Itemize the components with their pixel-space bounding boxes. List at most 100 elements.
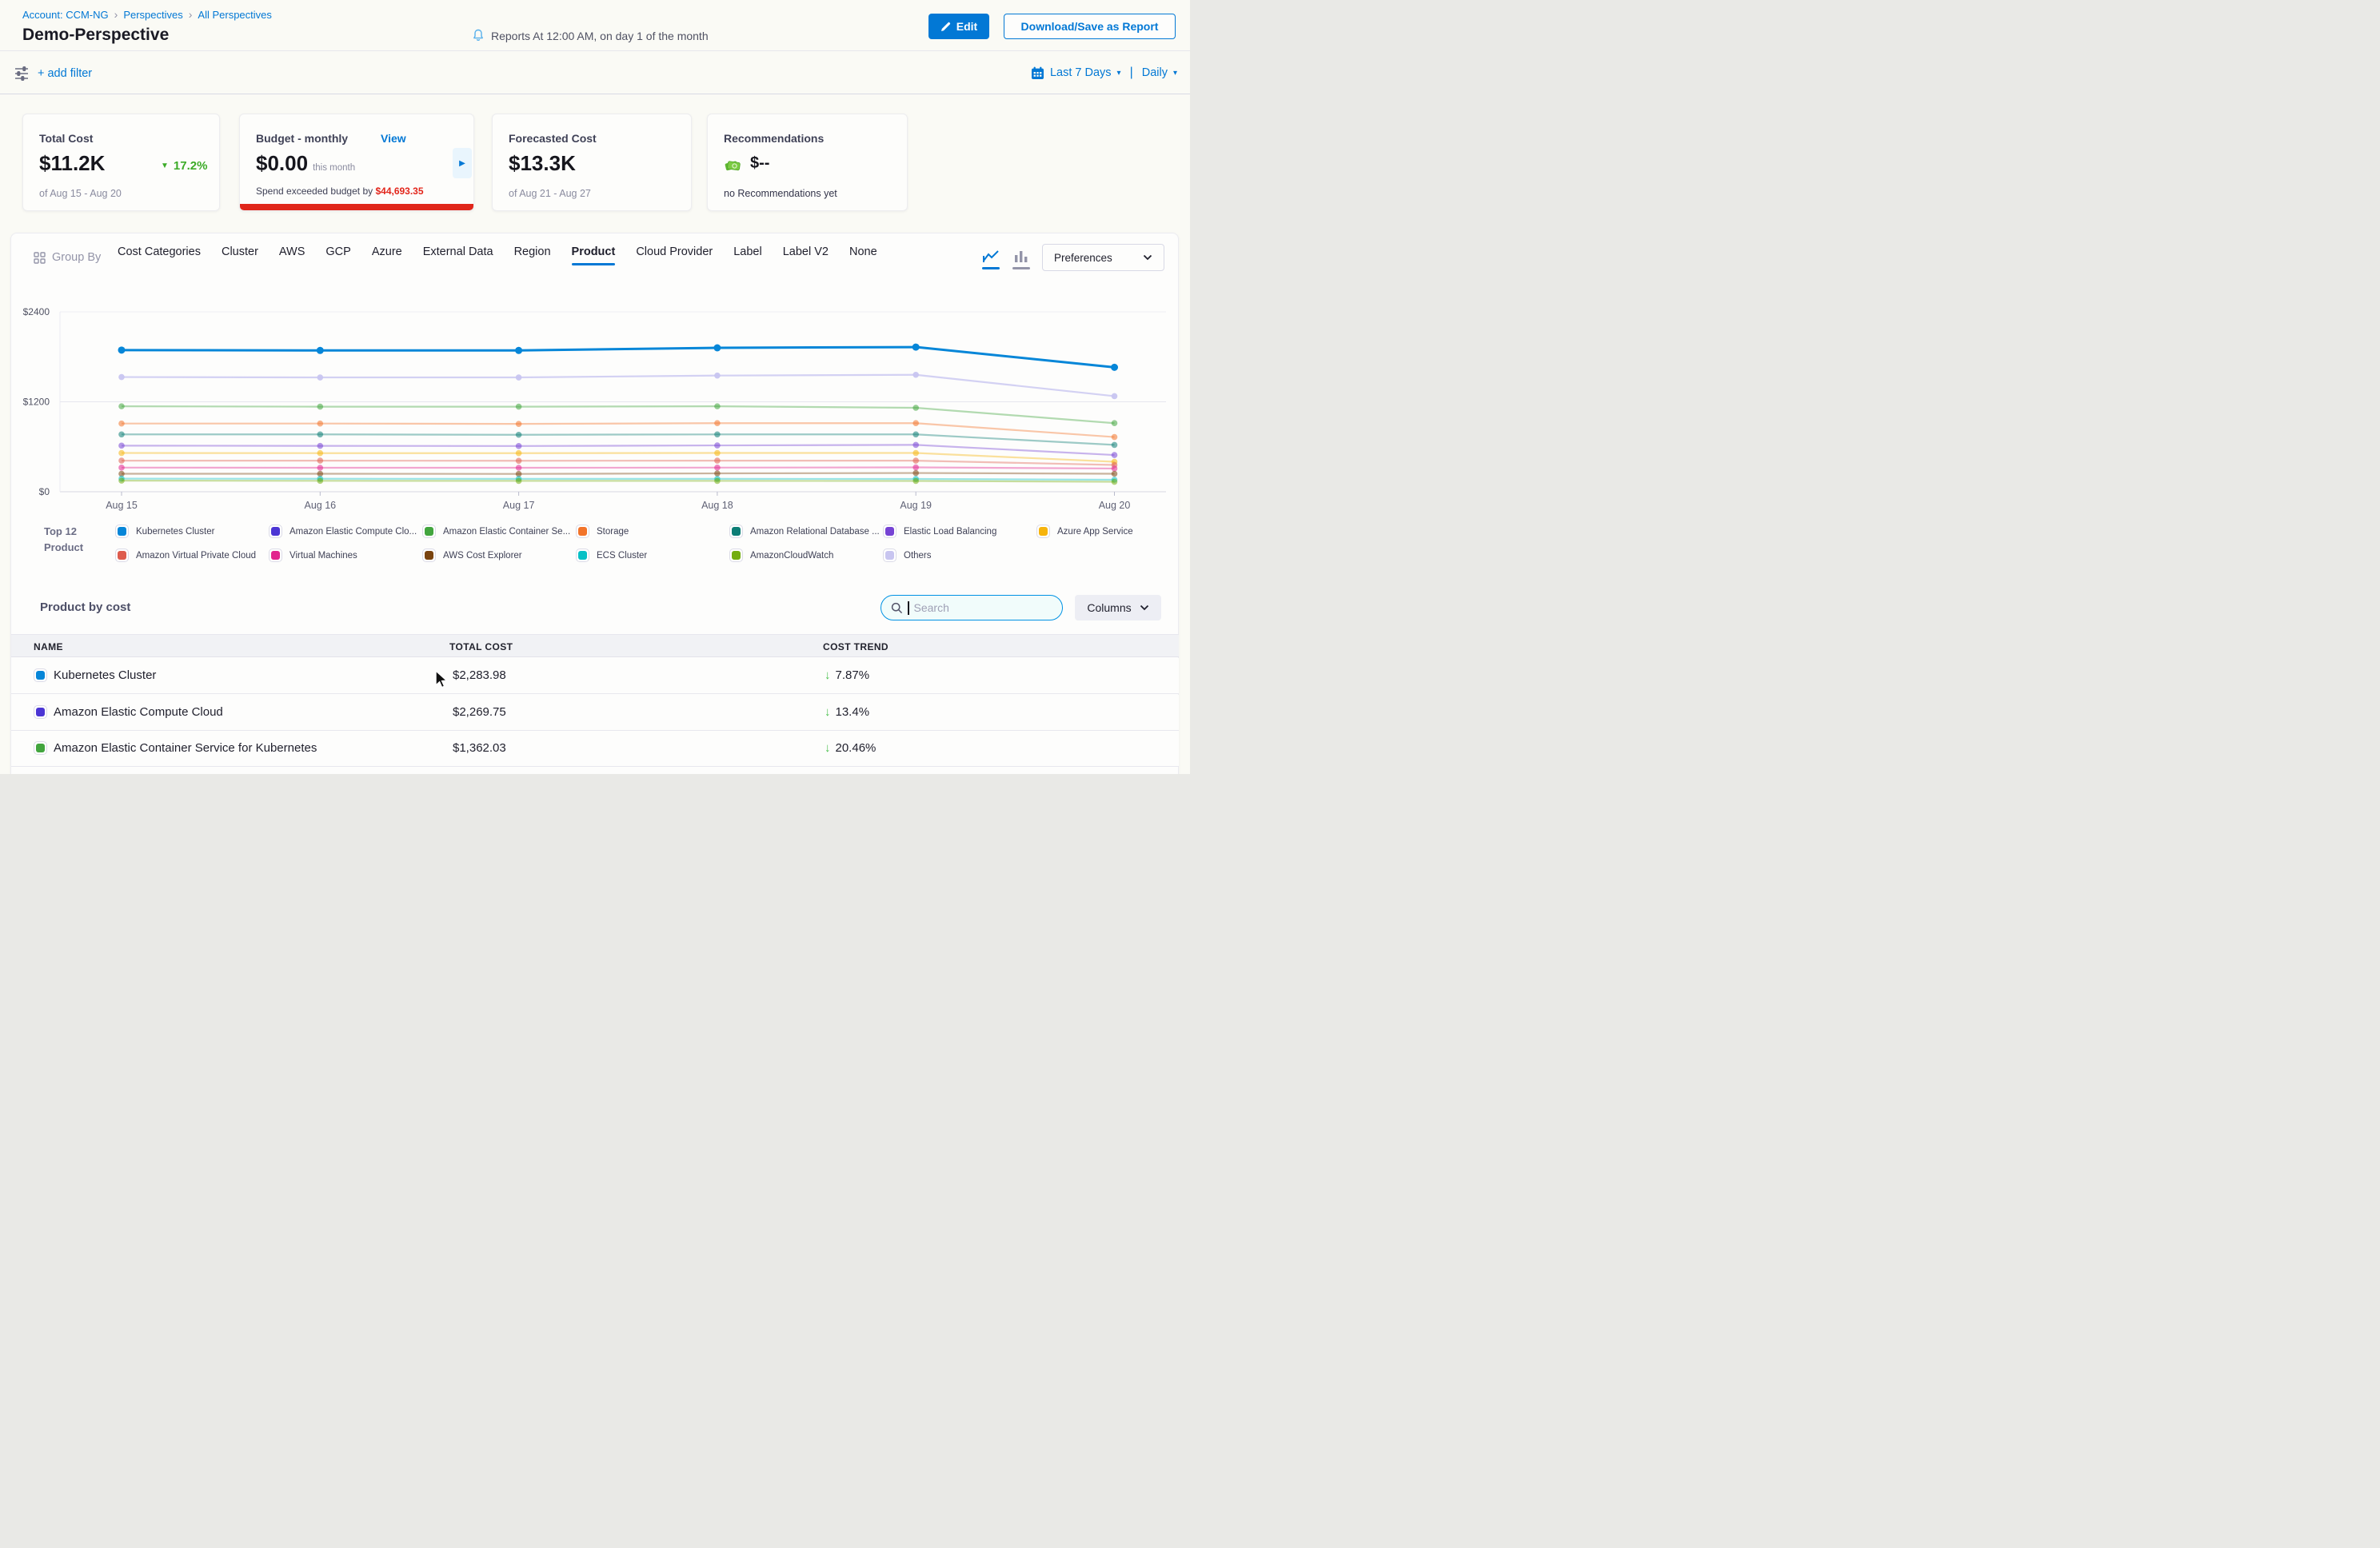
legend-item-storage[interactable]: Storage <box>576 525 729 538</box>
budget-amount: $0.00 <box>256 151 308 175</box>
edit-button[interactable]: Edit <box>928 14 989 39</box>
tab-label[interactable]: Label <box>733 245 761 265</box>
arrow-down-icon: ↓ <box>825 741 831 755</box>
series-color-swatch <box>883 549 896 562</box>
search-input[interactable]: Search <box>881 595 1063 620</box>
x-axis-tick-label: Aug 17 <box>503 500 535 511</box>
chart-point <box>516 457 522 464</box>
tab-region[interactable]: Region <box>514 245 551 265</box>
date-range-selector[interactable]: Last 7 Days ▾ <box>1031 66 1121 80</box>
legend-item-amazon-relational-database-[interactable]: Amazon Relational Database ... <box>729 525 883 538</box>
line-chart-toggle[interactable] <box>982 249 1000 269</box>
legend-item-azure-app-service[interactable]: Azure App Service <box>1036 525 1190 538</box>
total-cost-trend: ▼ 17.2% <box>161 159 207 173</box>
tab-product[interactable]: Product <box>572 245 616 265</box>
cost-line-chart[interactable]: $0$1200$2400Aug 15Aug 16Aug 17Aug 18Aug … <box>0 288 1190 528</box>
date-range-label: Last 7 Days <box>1050 66 1112 79</box>
legend-item-others[interactable]: Others <box>883 549 1036 562</box>
row-product-name[interactable]: Kubernetes Cluster <box>54 668 156 682</box>
legend-item-virtual-machines[interactable]: Virtual Machines <box>269 549 422 562</box>
total-cost-value: $11.2K <box>39 151 105 176</box>
table-title: Product by cost <box>40 600 130 614</box>
legend-item-amazon-elastic-compute-clo-[interactable]: Amazon Elastic Compute Clo... <box>269 525 422 538</box>
breadcrumb-separator: › <box>114 8 118 21</box>
tab-azure[interactable]: Azure <box>372 245 402 265</box>
series-color-swatch <box>422 549 436 562</box>
add-filter-button[interactable]: + add filter <box>38 67 92 80</box>
legend-item-label: ECS Cluster <box>597 551 647 561</box>
legend-item-kubernetes-cluster[interactable]: Kubernetes Cluster <box>115 525 269 538</box>
chart-point <box>912 344 920 351</box>
recommendations-note: no Recommendations yet <box>724 188 837 199</box>
chart-point <box>118 457 125 464</box>
chart-point <box>516 478 522 485</box>
table-row[interactable]: Amazon Elastic Compute Cloud$2,269.75↓13… <box>11 695 1179 731</box>
total-cost-period: of Aug 15 - Aug 20 <box>39 188 122 199</box>
legend-item-amazon-elastic-container-se-[interactable]: Amazon Elastic Container Se... <box>422 525 576 538</box>
legend-item-amazoncloudwatch[interactable]: AmazonCloudWatch <box>729 549 883 562</box>
table-row[interactable]: Amazon Elastic Container Service for Kub… <box>11 731 1179 767</box>
series-color-swatch <box>115 549 129 562</box>
bar-chart-toggle[interactable] <box>1012 249 1030 269</box>
chevron-down-icon: ▾ <box>1173 69 1177 78</box>
series-color-swatch <box>269 549 282 562</box>
chart-point <box>317 450 324 457</box>
breadcrumb: Account: CCM-NG › Perspectives › All Per… <box>22 8 272 21</box>
legend-item-label: Amazon Virtual Private Cloud <box>136 551 256 561</box>
tab-aws[interactable]: AWS <box>279 245 305 265</box>
legend-item-aws-cost-explorer[interactable]: AWS Cost Explorer <box>422 549 576 562</box>
chart-point <box>912 470 919 477</box>
chart-point <box>516 450 522 457</box>
chart-line-others <box>122 375 1115 397</box>
col-header-total-cost[interactable]: TOTAL COST <box>449 641 513 652</box>
bar-chart-icon <box>1013 249 1029 264</box>
legend-item-label: Storage <box>597 527 629 537</box>
legend-item-label: AWS Cost Explorer <box>443 551 522 561</box>
legend-item-amazon-virtual-private-cloud[interactable]: Amazon Virtual Private Cloud <box>115 549 269 562</box>
table-row[interactable]: Kubernetes Cluster$2,283.98↓7.87% <box>11 658 1179 694</box>
chart-line-ecs-cluster <box>122 479 1115 480</box>
col-header-cost-trend[interactable]: COST TREND <box>823 641 889 652</box>
tab-none[interactable]: None <box>849 245 877 265</box>
chart-point <box>317 443 324 449</box>
chart-point <box>317 457 324 464</box>
chart-point <box>118 443 125 449</box>
chart-point <box>1111 364 1118 371</box>
col-header-name[interactable]: NAME <box>34 641 63 652</box>
tab-label-v2[interactable]: Label V2 <box>783 245 829 265</box>
series-color-swatch <box>729 525 743 538</box>
chart-point <box>1112 420 1118 426</box>
report-schedule[interactable]: Reports At 12:00 AM, on day 1 of the mon… <box>472 29 709 42</box>
row-product-name[interactable]: Amazon Elastic Compute Cloud <box>54 705 223 719</box>
chart-point <box>714 457 721 464</box>
tab-cloud-provider[interactable]: Cloud Provider <box>636 245 713 265</box>
tab-gcp[interactable]: GCP <box>325 245 350 265</box>
breadcrumb-perspectives-link[interactable]: Perspectives <box>123 9 182 21</box>
preferences-button[interactable]: Preferences <box>1042 244 1164 271</box>
chevron-down-icon: ▾ <box>1117 69 1121 78</box>
budget-view-link[interactable]: View <box>381 132 406 145</box>
chart-point <box>317 374 324 381</box>
filter-settings-icon[interactable] <box>14 65 30 86</box>
row-product-name[interactable]: Amazon Elastic Container Service for Kub… <box>54 741 317 755</box>
legend-item-ecs-cluster[interactable]: ECS Cluster <box>576 549 729 562</box>
download-button-label: Download/Save as Report <box>1021 20 1159 33</box>
tab-external-data[interactable]: External Data <box>423 245 493 265</box>
granularity-selector[interactable]: Daily ▾ <box>1142 66 1177 79</box>
legend-item-label: Kubernetes Cluster <box>136 527 214 537</box>
download-save-report-button[interactable]: Download/Save as Report <box>1004 14 1176 39</box>
picker-separator: | <box>1128 66 1136 80</box>
row-total-cost: $1,362.03 <box>453 741 506 755</box>
columns-button[interactable]: Columns <box>1075 595 1161 620</box>
row-cost-trend: ↓7.87% <box>825 668 869 682</box>
arrow-down-icon: ↓ <box>825 705 831 719</box>
budget-flyout-button[interactable]: ▶ <box>453 148 472 178</box>
tab-cost-categories[interactable]: Cost Categories <box>118 245 201 265</box>
chevron-down-icon <box>1140 604 1149 611</box>
breadcrumb-all-perspectives-link[interactable]: All Perspectives <box>198 9 271 21</box>
arrow-down-icon: ↓ <box>825 668 831 682</box>
chart-point <box>118 346 126 353</box>
breadcrumb-account-link[interactable]: Account: CCM-NG <box>22 9 109 21</box>
legend-item-elastic-load-balancing[interactable]: Elastic Load Balancing <box>883 525 1036 538</box>
tab-cluster[interactable]: Cluster <box>222 245 258 265</box>
